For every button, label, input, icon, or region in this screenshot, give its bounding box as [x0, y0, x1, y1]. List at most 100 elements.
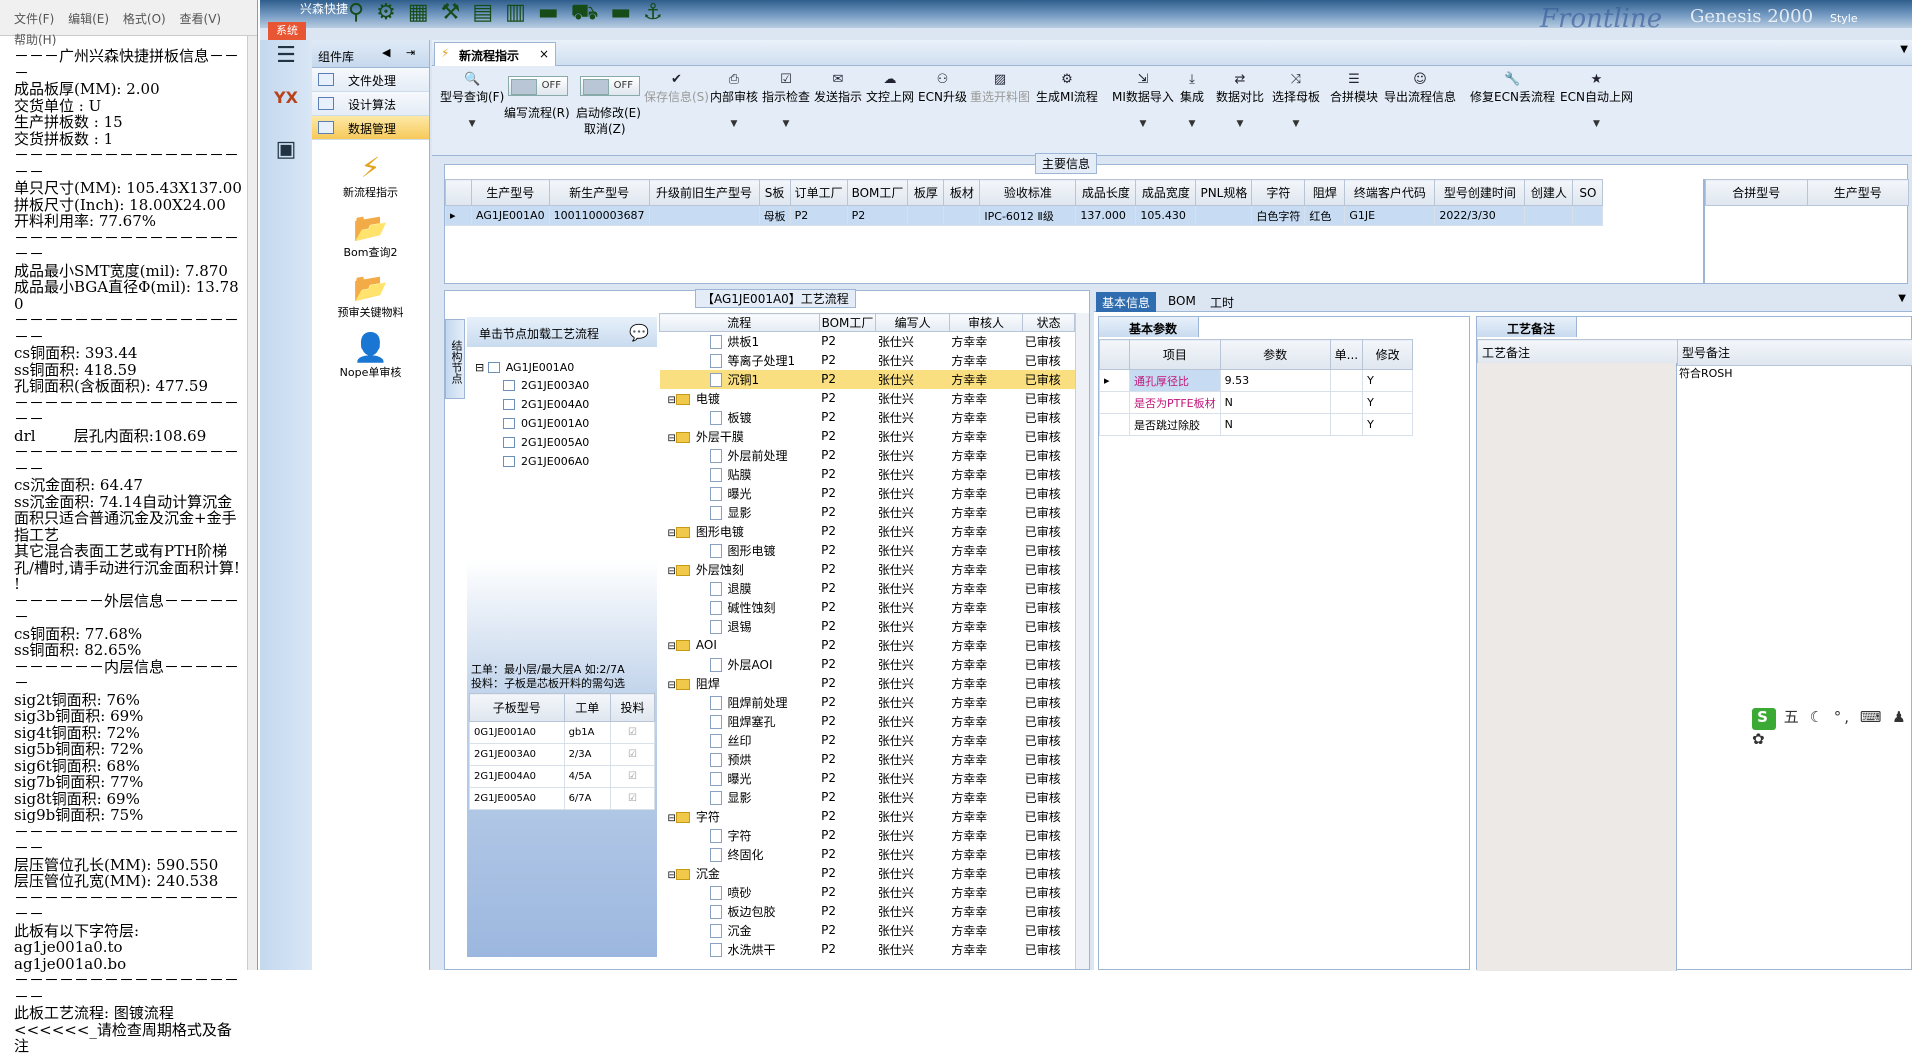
feed-checkbox[interactable]: ☑ — [611, 788, 655, 810]
flow-writer-cell[interactable]: 张仕兴 — [876, 845, 949, 864]
param-unit-cell[interactable] — [1330, 370, 1362, 392]
tab-new-process[interactable]: ⚡ 新流程指示 × — [434, 42, 556, 66]
expand-icon[interactable]: ⊟ — [668, 566, 676, 577]
flow-row[interactable]: ⊟电镀P2张仕兴方幸幸已审核 — [660, 389, 1075, 408]
flow-bom-cell[interactable]: P2 — [819, 427, 876, 446]
flow-bom-cell[interactable]: P2 — [819, 807, 876, 826]
chevron-down-icon[interactable]: ▼ — [1900, 44, 1908, 55]
table-cell[interactable] — [1196, 206, 1252, 226]
flow-name-cell[interactable]: ⊟字符 — [660, 807, 820, 826]
column-header[interactable]: 成品长度 — [1076, 180, 1136, 206]
flow-row[interactable]: 贴膜P2张仕兴方幸幸已审核 — [660, 465, 1075, 484]
table-cell[interactable]: 137.000 — [1076, 206, 1136, 226]
flow-writer-cell[interactable]: 张仕兴 — [876, 370, 949, 389]
column-header[interactable]: 编写人 — [876, 314, 949, 332]
column-header[interactable]: 升级前旧生产型号 — [649, 180, 759, 206]
flow-name-cell[interactable]: 显影 — [660, 788, 820, 807]
flow-bom-cell[interactable]: P2 — [819, 921, 876, 940]
column-header[interactable]: BOM工厂 — [847, 180, 908, 206]
flow-row[interactable]: 显影P2张仕兴方幸幸已审核 — [660, 788, 1075, 807]
table-cell[interactable]: AG1JE001A0 — [472, 206, 550, 226]
column-header[interactable]: 审核人 — [949, 314, 1022, 332]
flow-reviewer-cell[interactable]: 方幸幸 — [949, 902, 1022, 921]
table-cell[interactable]: P2 — [847, 206, 908, 226]
flow-row[interactable]: 水洗烘干P2张仕兴方幸幸已审核 — [660, 940, 1075, 959]
write-process-toggle[interactable]: OFF — [508, 76, 568, 96]
flow-row[interactable]: 曝光P2张仕兴方幸幸已审核 — [660, 484, 1075, 503]
merge-module-button[interactable]: ☰合拼模块 — [1330, 72, 1378, 105]
flow-writer-cell[interactable]: 张仕兴 — [876, 864, 949, 883]
column-header[interactable]: 字符 — [1252, 180, 1305, 206]
column-header[interactable]: 成品宽度 — [1136, 180, 1196, 206]
flow-writer-cell[interactable]: 张仕兴 — [876, 560, 949, 579]
param-value-cell[interactable]: N — [1220, 414, 1330, 436]
ecn-auto-publish-button[interactable]: ★ECN自动上网▼ — [1560, 72, 1633, 129]
column-header[interactable]: 工单 — [564, 694, 610, 722]
reselect-panel-button[interactable]: ▨重选开料图 — [970, 72, 1030, 105]
flow-status-cell[interactable]: 已审核 — [1023, 788, 1075, 807]
flow-name-cell[interactable]: 等离子处理1 — [660, 351, 820, 370]
flow-reviewer-cell[interactable]: 方幸幸 — [949, 921, 1022, 940]
flow-name-cell[interactable]: 退锡 — [660, 617, 820, 636]
flow-status-cell[interactable]: 已审核 — [1023, 731, 1075, 750]
flow-name-cell[interactable]: 喷砂 — [660, 883, 820, 902]
flow-status-cell[interactable]: 已审核 — [1023, 845, 1075, 864]
flow-status-cell[interactable]: 已审核 — [1023, 389, 1075, 408]
flow-writer-cell[interactable]: 张仕兴 — [876, 769, 949, 788]
merge-column-header[interactable]: 生产型号 — [1807, 180, 1909, 206]
flow-row[interactable]: 字符P2张仕兴方幸幸已审核 — [660, 826, 1075, 845]
tree-node[interactable]: 2G1JE003A0 — [503, 379, 589, 392]
flow-row[interactable]: 预烘P2张仕兴方幸幸已审核 — [660, 750, 1075, 769]
tree-node[interactable]: 2G1JE006A0 — [503, 455, 589, 468]
flow-bom-cell[interactable]: P2 — [819, 370, 876, 389]
flow-name-cell[interactable]: 阻焊前处理 — [660, 693, 820, 712]
flow-bom-cell[interactable]: P2 — [819, 465, 876, 484]
column-header[interactable]: 创建人 — [1525, 180, 1573, 206]
flow-status-cell[interactable]: 已审核 — [1023, 807, 1075, 826]
process-remark-tab[interactable]: 工艺备注 — [1477, 317, 1577, 337]
flow-bom-cell[interactable]: P2 — [819, 636, 876, 655]
flow-row[interactable]: 外层AOIP2张仕兴方幸幸已审核 — [660, 655, 1075, 674]
style-menu[interactable]: Style — [1830, 12, 1858, 25]
table-row[interactable]: ▸AG1JE001A01001100003687母板P2P2IPC-6012 Ⅱ… — [446, 206, 1603, 226]
flow-reviewer-cell[interactable]: 方幸幸 — [949, 864, 1022, 883]
save-info-button[interactable]: ✔保存信息(S) — [644, 72, 709, 105]
flow-row[interactable]: 板镀P2张仕兴方幸幸已审核 — [660, 408, 1075, 427]
flow-writer-cell[interactable]: 张仕兴 — [876, 883, 949, 902]
calculator-icon[interactable]: ▣ — [272, 136, 300, 164]
ime-toolbar[interactable]: S 五 ☾ °, ⌨ ♟ ✿ — [1752, 706, 1912, 732]
flow-row[interactable]: 退膜P2张仕兴方幸幸已审核 — [660, 579, 1075, 598]
flow-row[interactable]: 丝印P2张仕兴方幸幸已审核 — [660, 731, 1075, 750]
menu-help[interactable]: 帮助(H) — [14, 31, 247, 48]
column-header[interactable]: 新生产型号 — [549, 180, 649, 206]
table-cell[interactable]: P2 — [790, 206, 847, 226]
flow-bom-cell[interactable]: P2 — [819, 484, 876, 503]
flow-writer-cell[interactable]: 张仕兴 — [876, 636, 949, 655]
flow-status-cell[interactable]: 已审核 — [1023, 427, 1075, 446]
flow-reviewer-cell[interactable]: 方幸幸 — [949, 693, 1022, 712]
expand-icon[interactable]: ⊟ — [668, 433, 676, 444]
table-cell[interactable]: 105.430 — [1136, 206, 1196, 226]
flow-reviewer-cell[interactable]: 方幸幸 — [949, 769, 1022, 788]
flow-bom-cell[interactable]: P2 — [819, 655, 876, 674]
table-cell[interactable] — [1573, 206, 1603, 226]
flow-row[interactable]: 板边包胶P2张仕兴方幸幸已审核 — [660, 902, 1075, 921]
flow-name-cell[interactable]: 外层前处理 — [660, 446, 820, 465]
tool-new-process[interactable]: ⚡新流程指示 — [312, 152, 429, 200]
flow-name-cell[interactable]: 外层AOI — [660, 655, 820, 674]
feed-checkbox[interactable]: ☑ — [611, 766, 655, 788]
flow-status-cell[interactable]: 已审核 — [1023, 712, 1075, 731]
flow-bom-cell[interactable]: P2 — [819, 541, 876, 560]
close-icon[interactable]: × — [539, 47, 549, 61]
flow-writer-cell[interactable]: 张仕兴 — [876, 389, 949, 408]
table-cell[interactable]: 母板 — [759, 206, 790, 226]
flow-scrollbar[interactable] — [1075, 313, 1089, 969]
flow-name-cell[interactable]: 板镀 — [660, 408, 820, 427]
menu-edit[interactable]: 编辑(E) — [68, 12, 109, 26]
flow-status-cell[interactable]: 已审核 — [1023, 598, 1075, 617]
flow-name-cell[interactable]: 显影 — [660, 503, 820, 522]
flow-name-cell[interactable]: ⊟图形电镀 — [660, 522, 820, 541]
data-compare-button[interactable]: ⇄数据对比▼ — [1216, 72, 1264, 129]
flow-row[interactable]: ⊟外层干膜P2张仕兴方幸幸已审核 — [660, 427, 1075, 446]
menu-format[interactable]: 格式(O) — [123, 12, 166, 26]
